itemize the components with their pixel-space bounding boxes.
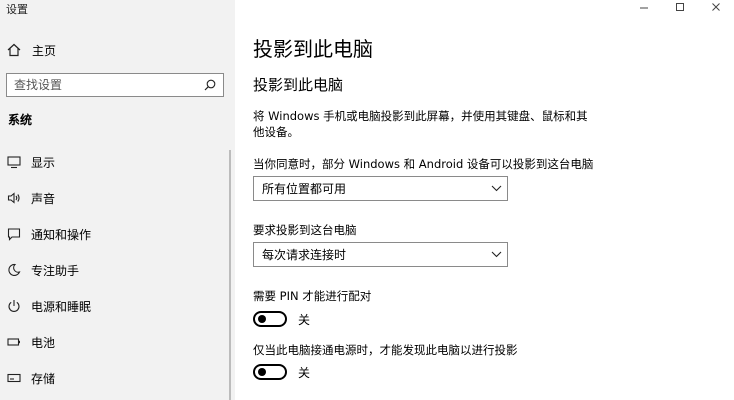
pin-toggle-state: 关: [298, 312, 311, 327]
sidebar-item-label: 通知和操作: [31, 227, 92, 242]
main-content: 投影到此电脑 投影到此电脑 将 Windows 手机或电脑投影到此屏幕，并使用其…: [235, 0, 734, 400]
speaker-icon: [6, 190, 22, 206]
sidebar-item-label: 存储: [31, 371, 56, 386]
sidebar-item-label: 电源和睡眠: [31, 299, 92, 314]
sidebar-item-power-sleep[interactable]: 电源和睡眠: [0, 288, 235, 324]
sidebar-item-storage[interactable]: 存储: [0, 360, 235, 396]
search-icon[interactable]: [202, 77, 218, 93]
chevron-down-icon: [485, 178, 507, 200]
availability-value: 所有位置都可用: [262, 182, 347, 196]
search-input[interactable]: [7, 74, 197, 96]
availability-label: 当你同意时，部分 Windows 和 Android 设备可以投影到这台电脑: [253, 157, 594, 171]
chevron-down-icon: [485, 244, 507, 266]
battery-icon: [6, 334, 22, 350]
pin-toggle[interactable]: [253, 311, 287, 327]
power-toggle-state: 关: [298, 365, 311, 380]
storage-icon: [6, 370, 22, 386]
sidebar-item-label: 专注助手: [31, 263, 80, 278]
description-text: 将 Windows 手机或电脑投影到此屏幕，并使用其键盘、鼠标和其他设备。: [253, 109, 588, 139]
pin-toggle-row: 关: [253, 310, 310, 328]
power-icon: [6, 298, 22, 314]
power-label: 仅当此电脑接通电源时，才能发现此电脑以进行投影: [253, 343, 518, 357]
sidebar-item-battery[interactable]: 电池: [0, 324, 235, 360]
sidebar: 设置 主页 系统 显示 声音 通知和操作: [0, 0, 235, 400]
sidebar-home[interactable]: 主页: [6, 40, 56, 60]
sidebar-item-display[interactable]: 显示: [0, 144, 235, 180]
request-dropdown[interactable]: 每次请求连接时: [253, 242, 508, 267]
pin-label: 需要 PIN 才能进行配对: [253, 289, 372, 303]
notification-icon: [6, 226, 22, 242]
sidebar-nav: 显示 声音 通知和操作 专注助手 电源和睡眠 电池 存储: [0, 144, 235, 396]
section-title: 投影到此电脑: [253, 76, 344, 94]
sidebar-section-label: 系统: [8, 113, 33, 127]
sidebar-item-focus-assist[interactable]: 专注助手: [0, 252, 235, 288]
sidebar-item-label: 电池: [31, 335, 56, 350]
sidebar-scrollbar[interactable]: [229, 150, 231, 400]
power-toggle-row: 关: [253, 363, 310, 381]
request-label: 要求投影到这台电脑: [253, 223, 357, 237]
sidebar-item-label: 显示: [31, 155, 56, 170]
display-icon: [6, 154, 22, 170]
search-box[interactable]: [6, 73, 224, 97]
page-title: 投影到此电脑: [253, 37, 373, 61]
sidebar-home-label: 主页: [32, 43, 57, 58]
sidebar-item-sound[interactable]: 声音: [0, 180, 235, 216]
home-icon: [6, 42, 22, 58]
sidebar-item-notifications[interactable]: 通知和操作: [0, 216, 235, 252]
toggle-knob: [258, 315, 266, 323]
moon-icon: [6, 262, 22, 278]
request-value: 每次请求连接时: [262, 248, 347, 262]
window-title: 设置: [6, 3, 28, 16]
sidebar-item-label: 声音: [31, 191, 56, 206]
availability-dropdown[interactable]: 所有位置都可用: [253, 176, 508, 201]
power-toggle[interactable]: [253, 364, 287, 380]
toggle-knob: [258, 368, 266, 376]
